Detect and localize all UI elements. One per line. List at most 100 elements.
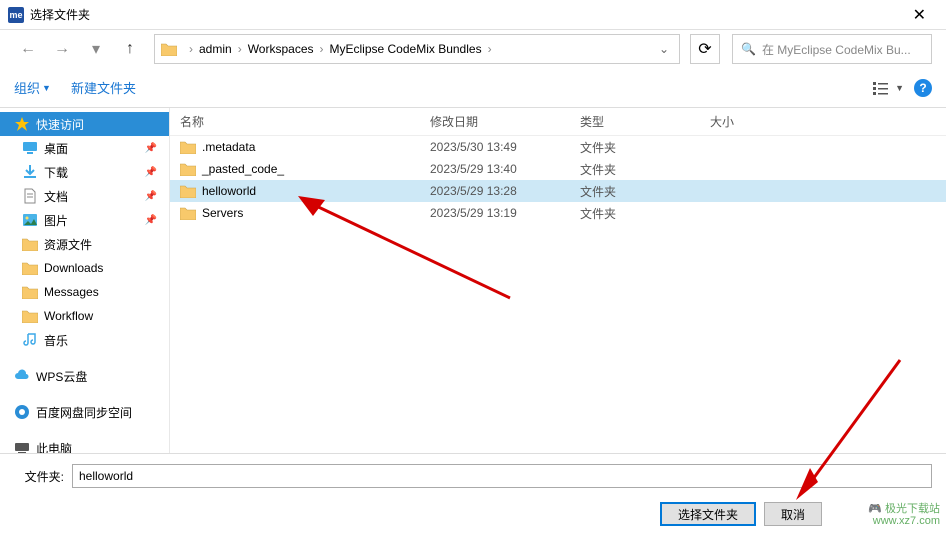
sidebar-item-快速访问[interactable]: 快速访问 xyxy=(0,112,169,136)
search-input[interactable]: 🔍 在 MyEclipse CodeMix Bu... xyxy=(732,34,932,64)
sidebar-item-label: 文档 xyxy=(44,188,68,205)
folder-name-input[interactable] xyxy=(72,464,932,488)
folder-icon xyxy=(22,284,38,300)
sidebar-item-label: Messages xyxy=(44,285,99,299)
row-type: 文件夹 xyxy=(580,161,710,178)
folder-icon xyxy=(22,308,38,324)
logo-icon: 🎮 xyxy=(868,503,885,515)
col-type[interactable]: 类型 xyxy=(580,113,710,130)
row-type: 文件夹 xyxy=(580,139,710,156)
sidebar-item-label: Downloads xyxy=(44,261,103,275)
breadcrumb-item[interactable]: admin xyxy=(199,42,232,56)
row-name: Servers xyxy=(202,206,430,220)
col-size[interactable]: 大小 xyxy=(710,113,790,130)
picture-icon xyxy=(22,212,38,228)
refresh-button[interactable]: ⟳ xyxy=(690,34,720,64)
sidebar-item-label: 百度网盘同步空间 xyxy=(36,404,132,421)
sidebar-item-百度网盘同步空间[interactable]: 百度网盘同步空间 xyxy=(0,400,169,424)
close-button[interactable]: ✕ xyxy=(901,1,938,29)
search-placeholder: 在 MyEclipse CodeMix Bu... xyxy=(762,41,911,58)
search-icon: 🔍 xyxy=(741,42,756,56)
organize-button[interactable]: 组织 ▼ xyxy=(14,78,51,97)
pin-icon: 📌 xyxy=(145,191,157,202)
sidebar-item-label: 下载 xyxy=(44,164,68,181)
sidebar-item-label: Workflow xyxy=(44,309,93,323)
watermark: 🎮 极光下载站 www.xz7.com xyxy=(868,503,940,527)
organize-label: 组织 xyxy=(14,78,40,97)
row-date: 2023/5/30 13:49 xyxy=(430,140,580,154)
sidebar-item-label: 图片 xyxy=(44,212,68,229)
sidebar-item-label: 资源文件 xyxy=(44,236,92,253)
sidebar-item-图片[interactable]: 图片 📌 xyxy=(0,208,169,232)
sidebar-item-此电脑[interactable]: 此电脑 xyxy=(0,436,169,453)
main: 快速访问桌面📌 下载 📌 文档 📌 图片 📌 资源文件 Downloads Messages Wor… xyxy=(0,108,946,453)
toolbar: 组织 ▼ 新建文件夹 ▼ ? xyxy=(0,68,946,108)
breadcrumb-sep: › xyxy=(320,42,324,56)
breadcrumb-sep: › xyxy=(238,42,242,56)
titlebar: me 选择文件夹 ✕ xyxy=(0,0,946,30)
sidebar-item-资源文件[interactable]: 资源文件 xyxy=(0,232,169,256)
pin-icon: 📌 xyxy=(145,215,157,226)
view-mode-button[interactable]: ▼ xyxy=(873,81,904,95)
col-name[interactable]: 名称 xyxy=(180,113,430,130)
sidebar-item-label: 桌面 xyxy=(44,140,68,157)
star-icon xyxy=(14,116,30,132)
row-name: helloworld xyxy=(202,184,430,198)
sidebar-item-WPS云盘[interactable]: WPS云盘 xyxy=(0,364,169,388)
footer: 文件夹: 选择文件夹 取消 xyxy=(0,453,946,536)
sidebar-item-Messages[interactable]: Messages xyxy=(0,280,169,304)
table-row[interactable]: helloworld2023/5/29 13:28文件夹 xyxy=(170,180,946,202)
nav-recent-dropdown[interactable]: ▾ xyxy=(82,35,110,63)
desktop-icon xyxy=(22,140,38,156)
breadcrumb-dropdown[interactable]: ⌄ xyxy=(653,42,675,56)
file-list: 名称 修改日期 类型 大小 .metadata2023/5/30 13:49文件… xyxy=(170,108,946,453)
sidebar: 快速访问桌面📌 下载 📌 文档 📌 图片 📌 资源文件 Downloads Messages Wor… xyxy=(0,108,170,453)
window-title: 选择文件夹 xyxy=(30,6,901,23)
pin-icon: 📌 xyxy=(145,167,157,178)
breadcrumb-sep: › xyxy=(488,42,492,56)
table-row[interactable]: _pasted_code_2023/5/29 13:40文件夹 xyxy=(170,158,946,180)
new-folder-button[interactable]: 新建文件夹 xyxy=(71,78,136,97)
cancel-button[interactable]: 取消 xyxy=(764,502,822,526)
app-icon: me xyxy=(8,7,24,23)
help-button[interactable]: ? xyxy=(914,79,932,97)
row-date: 2023/5/29 13:19 xyxy=(430,206,580,220)
cloud-icon xyxy=(14,368,30,384)
chevron-down-icon: ▼ xyxy=(895,83,904,93)
folder-icon xyxy=(159,40,179,58)
breadcrumb[interactable]: › admin › Workspaces › MyEclipse CodeMix… xyxy=(154,34,680,64)
pc-icon xyxy=(14,440,30,453)
nav-back-button[interactable]: ← xyxy=(14,35,42,63)
sidebar-item-label: 此电脑 xyxy=(36,440,72,454)
folder-icon xyxy=(22,260,38,276)
sidebar-item-Workflow[interactable]: Workflow xyxy=(0,304,169,328)
select-folder-button[interactable]: 选择文件夹 xyxy=(660,502,756,526)
sidebar-item-桌面[interactable]: 桌面📌 xyxy=(0,136,169,160)
sidebar-item-音乐[interactable]: 音乐 xyxy=(0,328,169,352)
col-date[interactable]: 修改日期 xyxy=(430,113,580,130)
chevron-down-icon: ▼ xyxy=(42,83,51,93)
breadcrumb-item[interactable]: MyEclipse CodeMix Bundles xyxy=(330,42,482,56)
row-type: 文件夹 xyxy=(580,183,710,200)
breadcrumb-item[interactable]: Workspaces xyxy=(248,42,314,56)
sidebar-item-label: 音乐 xyxy=(44,332,68,349)
folder-icon xyxy=(180,162,196,176)
download-icon xyxy=(22,164,38,180)
sidebar-item-Downloads[interactable]: Downloads xyxy=(0,256,169,280)
row-type: 文件夹 xyxy=(580,205,710,222)
row-date: 2023/5/29 13:40 xyxy=(430,162,580,176)
table-row[interactable]: .metadata2023/5/30 13:49文件夹 xyxy=(170,136,946,158)
sidebar-item-下载[interactable]: 下载 📌 xyxy=(0,160,169,184)
sidebar-item-label: WPS云盘 xyxy=(36,368,87,385)
navbar: ← → ▾ ↑ › admin › Workspaces › MyEclipse… xyxy=(0,30,946,68)
folder-icon xyxy=(180,206,196,220)
column-headers: 名称 修改日期 类型 大小 xyxy=(170,108,946,136)
table-row[interactable]: Servers2023/5/29 13:19文件夹 xyxy=(170,202,946,224)
nav-up-button[interactable]: ↑ xyxy=(116,35,144,63)
row-name: .metadata xyxy=(202,140,430,154)
folder-label: 文件夹: xyxy=(14,468,64,485)
breadcrumb-sep: › xyxy=(189,42,193,56)
folder-icon xyxy=(180,140,196,154)
nav-forward-button[interactable]: → xyxy=(48,35,76,63)
sidebar-item-文档[interactable]: 文档 📌 xyxy=(0,184,169,208)
